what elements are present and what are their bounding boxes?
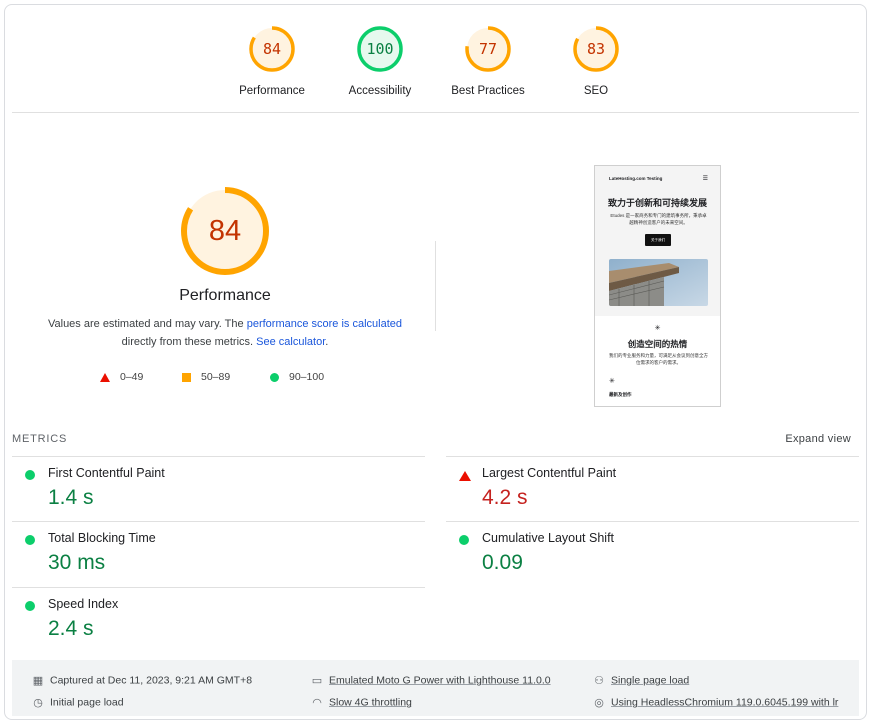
thumb-heading: 致力于创新和可持续发展 (607, 198, 707, 208)
asterisk-icon: ✳ (654, 325, 661, 332)
metric-largest-contentful-paint: Largest Contentful Paint 4.2 s (446, 456, 859, 522)
desc-text: . (325, 336, 329, 348)
legend-label: 50–89 (201, 371, 231, 383)
metric-value: 4.2 s (482, 486, 528, 509)
building-image (609, 259, 708, 306)
lighthouse-report-card: 84 Performance 100 Accessibility 77 Best… (4, 4, 867, 720)
metric-first-contentful-paint: First Contentful Paint 1.4 s (12, 456, 425, 522)
gauge-seo[interactable]: 83 SEO (546, 25, 646, 97)
metric-name: First Contentful Paint (48, 466, 165, 480)
legend-poor: 0–49 (100, 371, 143, 383)
performance-score: 84 (208, 215, 242, 247)
divider (12, 112, 859, 113)
env-initial: ◷ Initial page load (31, 696, 124, 709)
metric-name: Speed Index (48, 597, 119, 611)
thumb-heading-3: 最新及创作 (609, 392, 632, 397)
thumb-button: 关于我们 (645, 234, 671, 246)
legend-average: 50–89 (182, 371, 230, 383)
env-device[interactable]: ▭ Emulated Moto G Power with Lighthouse 1… (310, 674, 551, 687)
legend-label: 90–100 (289, 371, 325, 383)
env-text: Initial page load (50, 696, 124, 709)
env-text: Single page load (611, 674, 690, 687)
env-browser[interactable]: ◎ Using HeadlessChromium 119.0.6045.199 w… (592, 696, 838, 709)
good-circle-icon (459, 535, 469, 545)
metrics-heading: METRICS (12, 433, 68, 445)
performance-summary: 84 Performance Values are estimated and … (25, 185, 425, 351)
metric-value: 1.4 s (48, 486, 94, 509)
gauge-best-practices[interactable]: 77 Best Practices (438, 25, 538, 97)
env-text: Using HeadlessChromium 119.0.6045.199 wi… (611, 696, 839, 709)
metric-total-blocking-time: Total Blocking Time 30 ms (12, 521, 425, 587)
metric-value: 30 ms (48, 551, 106, 574)
gauge-label: SEO (583, 85, 609, 97)
env-session[interactable]: ⚇ Single page load (592, 674, 689, 687)
gauge-performance[interactable]: 84 Performance (222, 25, 322, 97)
gauge-label: Best Practices (451, 85, 525, 97)
thumb-paragraph: Etudes 是一家商务和专门的建筑事务所，秉承卓越精神创造客户的未来空间。 (610, 213, 707, 225)
menu-icon: ☰ (702, 176, 708, 182)
env-captured: ▦ Captured at Dec 11, 2023, 9:21 AM GMT+8 (31, 674, 252, 687)
thumb-paragraph-2: 我们的专业服务和力量，可满足从会议到创意全方位需求的客户的需求。 (609, 353, 708, 365)
gauge-score: 84 (262, 40, 282, 58)
timer-icon: ◷ (33, 697, 43, 709)
performance-score-link[interactable]: performance score is calculated (247, 318, 402, 330)
thumb-heading-2: 创造空间的热情 (627, 339, 688, 349)
metric-value: 0.09 (482, 551, 523, 574)
gauge-label: Accessibility (348, 85, 412, 97)
good-circle-icon (25, 601, 35, 611)
divider (435, 241, 436, 331)
performance-title: Performance (179, 287, 271, 304)
circle-icon (270, 372, 279, 382)
gauge-accessibility[interactable]: 100 Accessibility (330, 25, 430, 97)
gauge-score: 83 (586, 40, 606, 58)
metric-name: Largest Contentful Paint (482, 466, 617, 480)
desc-text: Values are estimated and may vary. The (47, 318, 247, 330)
metric-name: Total Blocking Time (48, 531, 156, 545)
score-gauges: 84 Performance 100 Accessibility 77 Best… (5, 5, 866, 113)
good-circle-icon (25, 535, 35, 545)
env-text: Slow 4G throttling (329, 696, 412, 709)
runtime-environment: ▦ Captured at Dec 11, 2023, 9:21 AM GMT+8… (12, 660, 859, 716)
performance-gauge: 84 (179, 185, 271, 277)
desc-text: directly from these metrics. (121, 336, 257, 348)
gauge-label: Performance (239, 85, 305, 97)
env-text: Captured at Dec 11, 2023, 9:21 AM GMT+8 (50, 674, 253, 687)
expand-view-button[interactable]: Expand view (785, 433, 851, 445)
devices-icon: ▭ (311, 675, 323, 687)
chrome-icon: ◎ (594, 697, 604, 709)
metric-value: 2.4 s (48, 617, 94, 640)
good-circle-icon (25, 470, 35, 480)
gauge-score: 77 (478, 40, 498, 58)
square-icon (182, 372, 191, 382)
env-throttling[interactable]: ◠ Slow 4G throttling (310, 696, 412, 709)
legend-good: 90–100 (270, 371, 324, 383)
metric-name: Cumulative Layout Shift (482, 531, 615, 545)
asterisk-icon: ✳ (609, 378, 615, 385)
people-icon: ⚇ (594, 675, 604, 687)
poor-triangle-icon (459, 471, 471, 481)
page-screenshot-thumbnail[interactable]: LateHosting.com Testing ☰ 致力于创新和可持续发展 Et… (594, 165, 721, 407)
env-text: Emulated Moto G Power with Lighthouse 11… (329, 674, 551, 687)
gauge-score: 100 (366, 40, 394, 58)
thumb-building-image (609, 259, 708, 306)
thumb-brand: LateHosting.com Testing (609, 176, 663, 181)
metric-cumulative-layout-shift: Cumulative Layout Shift 0.09 (446, 521, 859, 587)
triangle-icon (100, 372, 110, 382)
see-calculator-link[interactable]: See calculator (256, 336, 325, 348)
performance-description: Values are estimated and may vary. The p… (35, 315, 415, 351)
metric-speed-index: Speed Index 2.4 s (12, 587, 425, 653)
calendar-icon: ▦ (32, 675, 44, 687)
wifi-icon: ◠ (312, 697, 322, 709)
legend-label: 0–49 (120, 371, 144, 383)
